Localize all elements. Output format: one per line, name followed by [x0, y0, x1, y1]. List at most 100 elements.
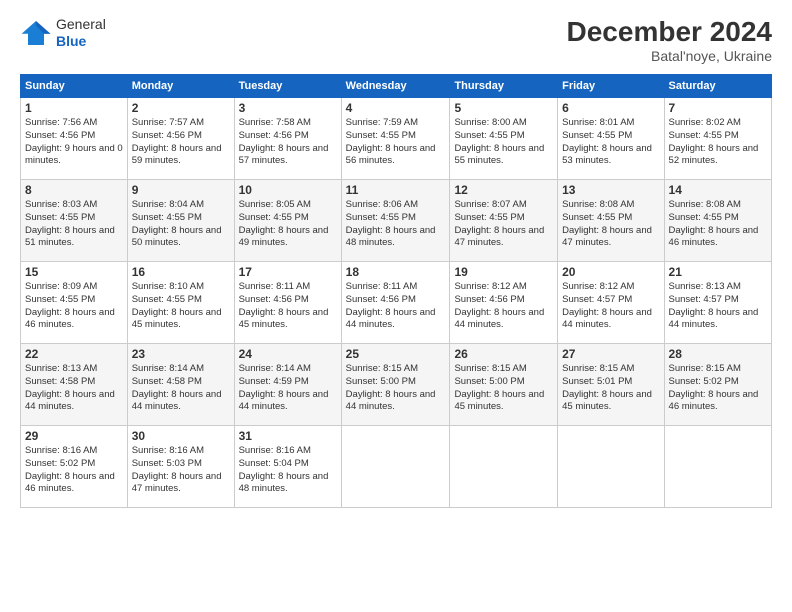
calendar-cell: 2Sunrise: 7:57 AMSunset: 4:56 PMDaylight… — [127, 98, 234, 180]
day-info: Sunrise: 8:12 AMSunset: 4:56 PMDaylight:… — [454, 281, 553, 332]
day-number: 22 — [25, 347, 123, 361]
day-number: 6 — [562, 101, 659, 115]
day-number: 9 — [132, 183, 230, 197]
day-number: 10 — [239, 183, 337, 197]
day-number: 27 — [562, 347, 659, 361]
day-number: 19 — [454, 265, 553, 279]
calendar-week-row: 15Sunrise: 8:09 AMSunset: 4:55 PMDayligh… — [21, 262, 772, 344]
calendar-cell: 28 Sunrise: 8:15 AMSunset: 5:02 PMDayligh… — [664, 344, 771, 426]
calendar-cell: 15Sunrise: 8:09 AMSunset: 4:55 PMDayligh… — [21, 262, 128, 344]
day-of-week-header: Tuesday — [234, 75, 341, 98]
day-info: Sunrise: 8:08 AMSunset: 4:55 PMDaylight:… — [562, 199, 659, 250]
location: Batal'noye, Ukraine — [567, 48, 772, 64]
calendar-cell: 21 Sunrise: 8:13 AMSunset: 4:57 PMDayligh… — [664, 262, 771, 344]
day-info: Sunrise: 8:11 AMSunset: 4:56 PMDaylight:… — [346, 281, 446, 332]
day-info: Sunrise: 8:15 AMSunset: 5:00 PMDaylight:… — [454, 363, 553, 414]
day-info: Sunrise: 7:57 AMSunset: 4:56 PMDaylight:… — [132, 117, 230, 168]
calendar-header-row: SundayMondayTuesdayWednesdayThursdayFrid… — [21, 75, 772, 98]
calendar-cell: 9 Sunrise: 8:04 AMSunset: 4:55 PMDaylight… — [127, 180, 234, 262]
day-info: Sunrise: 8:11 AMSunset: 4:56 PMDaylight:… — [239, 281, 337, 332]
day-info: Sunrise: 8:06 AMSunset: 4:55 PMDaylight:… — [346, 199, 446, 250]
calendar-cell: 12 Sunrise: 8:07 AMSunset: 4:55 PMDayligh… — [450, 180, 558, 262]
day-info: Sunrise: 8:10 AMSunset: 4:55 PMDaylight:… — [132, 281, 230, 332]
day-info: Sunrise: 8:03 AMSunset: 4:55 PMDaylight:… — [25, 199, 123, 250]
calendar-cell: 18 Sunrise: 8:11 AMSunset: 4:56 PMDayligh… — [341, 262, 450, 344]
day-info: Sunrise: 7:56 AMSunset: 4:56 PMDaylight:… — [25, 117, 123, 168]
logo-text: General Blue — [56, 16, 106, 50]
day-number: 23 — [132, 347, 230, 361]
day-info: Sunrise: 8:16 AMSunset: 5:02 PMDaylight:… — [25, 445, 123, 496]
calendar-cell: 13 Sunrise: 8:08 AMSunset: 4:55 PMDayligh… — [558, 180, 664, 262]
day-info: Sunrise: 8:16 AMSunset: 5:03 PMDaylight:… — [132, 445, 230, 496]
day-info: Sunrise: 8:14 AMSunset: 4:59 PMDaylight:… — [239, 363, 337, 414]
calendar-cell: 31 Sunrise: 8:16 AMSunset: 5:04 PMDayligh… — [234, 426, 341, 508]
day-number: 1 — [25, 101, 123, 115]
calendar-cell: 10 Sunrise: 8:05 AMSunset: 4:55 PMDayligh… — [234, 180, 341, 262]
calendar-week-row: 29 Sunrise: 8:16 AMSunset: 5:02 PMDayligh… — [21, 426, 772, 508]
calendar-cell: 3 Sunrise: 7:58 AMSunset: 4:56 PMDaylight… — [234, 98, 341, 180]
day-number: 31 — [239, 429, 337, 443]
calendar-week-row: 1 Sunrise: 7:56 AMSunset: 4:56 PMDaylight… — [21, 98, 772, 180]
day-number: 13 — [562, 183, 659, 197]
calendar-body: 1 Sunrise: 7:56 AMSunset: 4:56 PMDaylight… — [21, 98, 772, 508]
day-of-week-header: Wednesday — [341, 75, 450, 98]
calendar-week-row: 22 Sunrise: 8:13 AMSunset: 4:58 PMDayligh… — [21, 344, 772, 426]
calendar-cell: 22 Sunrise: 8:13 AMSunset: 4:58 PMDayligh… — [21, 344, 128, 426]
day-number: 17 — [239, 265, 337, 279]
calendar-table: SundayMondayTuesdayWednesdayThursdayFrid… — [20, 74, 772, 508]
day-number: 11 — [346, 183, 446, 197]
day-number: 8 — [25, 183, 123, 197]
calendar-cell: 26 Sunrise: 8:15 AMSunset: 5:00 PMDayligh… — [450, 344, 558, 426]
calendar-cell: 14Sunrise: 8:08 AMSunset: 4:55 PMDayligh… — [664, 180, 771, 262]
day-number: 29 — [25, 429, 123, 443]
day-info: Sunrise: 8:02 AMSunset: 4:55 PMDaylight:… — [669, 117, 767, 168]
calendar-cell: 25 Sunrise: 8:15 AMSunset: 5:00 PMDayligh… — [341, 344, 450, 426]
day-number: 5 — [454, 101, 553, 115]
calendar-cell — [558, 426, 664, 508]
day-of-week-header: Thursday — [450, 75, 558, 98]
day-number: 16 — [132, 265, 230, 279]
day-info: Sunrise: 8:15 AMSunset: 5:00 PMDaylight:… — [346, 363, 446, 414]
calendar-cell: 24 Sunrise: 8:14 AMSunset: 4:59 PMDayligh… — [234, 344, 341, 426]
day-number: 14 — [669, 183, 767, 197]
day-number: 12 — [454, 183, 553, 197]
day-info: Sunrise: 8:13 AMSunset: 4:58 PMDaylight:… — [25, 363, 123, 414]
day-info: Sunrise: 8:12 AMSunset: 4:57 PMDaylight:… — [562, 281, 659, 332]
day-info: Sunrise: 8:16 AMSunset: 5:04 PMDaylight:… — [239, 445, 337, 496]
calendar-cell — [341, 426, 450, 508]
day-info: Sunrise: 8:13 AMSunset: 4:57 PMDaylight:… — [669, 281, 767, 332]
day-info: Sunrise: 8:09 AMSunset: 4:55 PMDaylight:… — [25, 281, 123, 332]
calendar-cell — [664, 426, 771, 508]
calendar-cell: 23Sunrise: 8:14 AMSunset: 4:58 PMDayligh… — [127, 344, 234, 426]
calendar-cell: 5 Sunrise: 8:00 AMSunset: 4:55 PMDaylight… — [450, 98, 558, 180]
day-of-week-header: Sunday — [21, 75, 128, 98]
day-info: Sunrise: 8:05 AMSunset: 4:55 PMDaylight:… — [239, 199, 337, 250]
calendar-cell: 29 Sunrise: 8:16 AMSunset: 5:02 PMDayligh… — [21, 426, 128, 508]
day-number: 3 — [239, 101, 337, 115]
logo: General Blue — [20, 16, 106, 50]
calendar-cell: 16 Sunrise: 8:10 AMSunset: 4:55 PMDayligh… — [127, 262, 234, 344]
logo-blue: Blue — [56, 33, 106, 50]
day-info: Sunrise: 8:07 AMSunset: 4:55 PMDaylight:… — [454, 199, 553, 250]
day-info: Sunrise: 8:00 AMSunset: 4:55 PMDaylight:… — [454, 117, 553, 168]
day-number: 25 — [346, 347, 446, 361]
day-number: 21 — [669, 265, 767, 279]
title-block: December 2024 Batal'noye, Ukraine — [567, 16, 772, 64]
day-info: Sunrise: 7:58 AMSunset: 4:56 PMDaylight:… — [239, 117, 337, 168]
day-number: 18 — [346, 265, 446, 279]
header: General Blue December 2024 Batal'noye, U… — [20, 16, 772, 64]
calendar-cell: 8 Sunrise: 8:03 AMSunset: 4:55 PMDaylight… — [21, 180, 128, 262]
day-of-week-header: Friday — [558, 75, 664, 98]
page: General Blue December 2024 Batal'noye, U… — [0, 0, 792, 612]
day-number: 28 — [669, 347, 767, 361]
day-of-week-header: Saturday — [664, 75, 771, 98]
calendar-week-row: 8 Sunrise: 8:03 AMSunset: 4:55 PMDaylight… — [21, 180, 772, 262]
day-info: Sunrise: 8:01 AMSunset: 4:55 PMDaylight:… — [562, 117, 659, 168]
day-number: 30 — [132, 429, 230, 443]
logo-icon — [20, 19, 52, 47]
day-number: 24 — [239, 347, 337, 361]
day-number: 26 — [454, 347, 553, 361]
calendar-cell: 6 Sunrise: 8:01 AMSunset: 4:55 PMDaylight… — [558, 98, 664, 180]
day-info: Sunrise: 8:15 AMSunset: 5:02 PMDaylight:… — [669, 363, 767, 414]
day-info: Sunrise: 8:04 AMSunset: 4:55 PMDaylight:… — [132, 199, 230, 250]
